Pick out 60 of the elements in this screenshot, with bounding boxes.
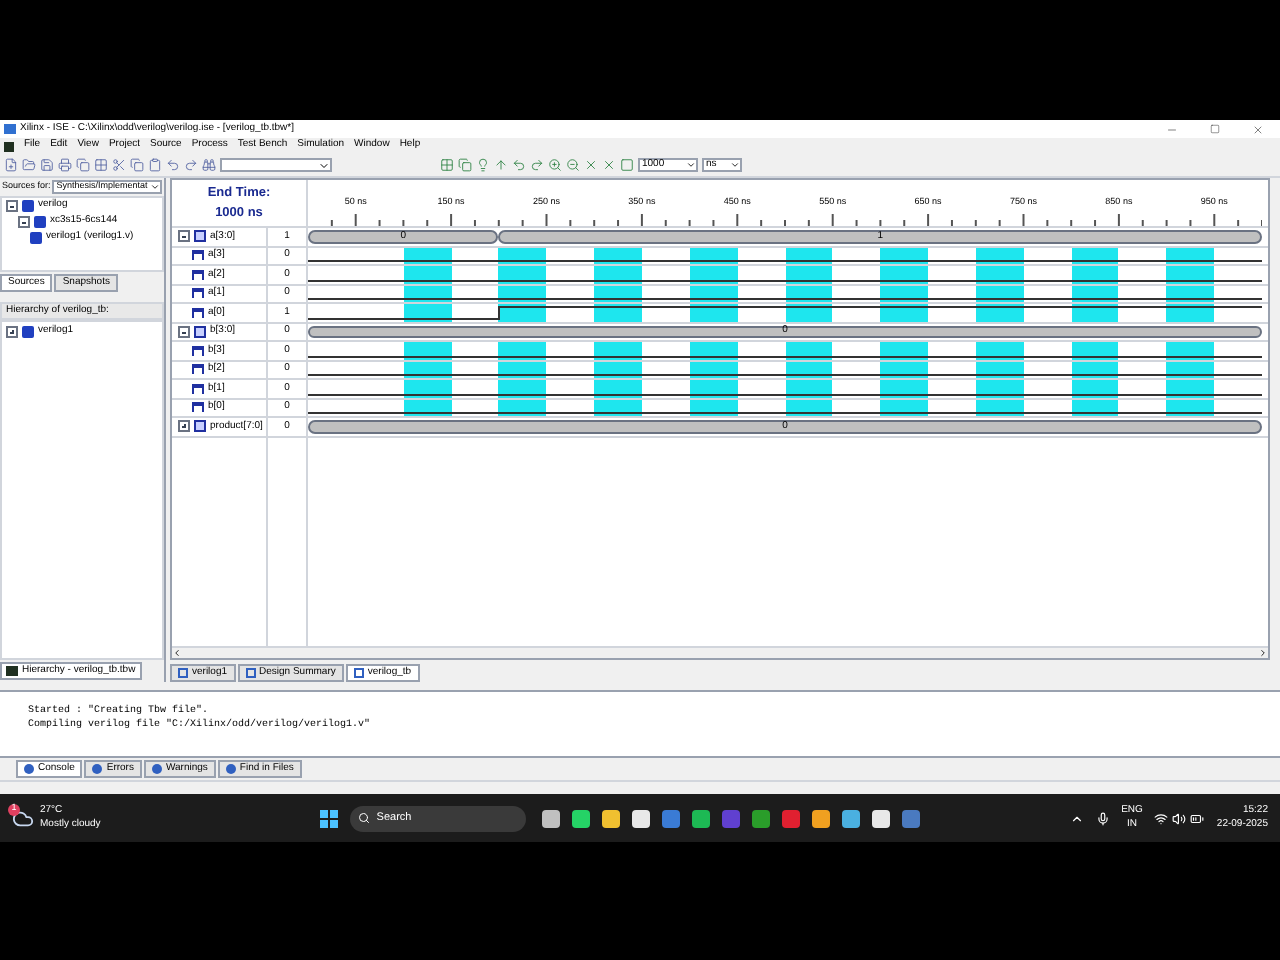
document-icon bbox=[245, 668, 256, 678]
copy-icon[interactable] bbox=[76, 158, 90, 172]
grid-icon[interactable] bbox=[94, 158, 108, 172]
document-icon bbox=[178, 668, 188, 678]
undo-icon[interactable] bbox=[166, 158, 180, 172]
waveform-icon bbox=[6, 666, 18, 676]
zoom-out-icon[interactable] bbox=[566, 158, 580, 172]
cut-icon[interactable] bbox=[112, 158, 126, 172]
collapse-toggle[interactable] bbox=[6, 200, 18, 212]
expand-toggle[interactable] bbox=[6, 326, 18, 338]
close-icon[interactable] bbox=[602, 158, 616, 172]
close-icon[interactable] bbox=[1252, 123, 1264, 135]
battery-icon[interactable] bbox=[1190, 811, 1205, 825]
tab-icon bbox=[92, 764, 103, 774]
dropdown-icon bbox=[730, 160, 740, 170]
save-icon[interactable] bbox=[40, 158, 54, 172]
collapse-toggle[interactable] bbox=[178, 230, 190, 243]
copy-icon[interactable] bbox=[458, 158, 472, 172]
zoom-in-icon[interactable] bbox=[548, 158, 562, 172]
scroll-left-icon[interactable] bbox=[172, 648, 182, 658]
module-icon bbox=[22, 326, 34, 338]
paste-icon[interactable] bbox=[148, 158, 162, 172]
copy-icon[interactable] bbox=[130, 158, 144, 172]
horizontal-scrollbar[interactable] bbox=[172, 646, 1268, 658]
undo-icon[interactable] bbox=[512, 158, 526, 172]
redo-icon[interactable] bbox=[184, 158, 198, 172]
search-icon bbox=[358, 812, 371, 824]
tab-icon bbox=[24, 764, 34, 774]
weather-icon[interactable] bbox=[12, 807, 34, 829]
wifi-icon[interactable] bbox=[1154, 811, 1169, 825]
volume-icon[interactable] bbox=[1172, 811, 1187, 825]
new-file-icon[interactable] bbox=[4, 158, 18, 172]
close-icon[interactable] bbox=[584, 158, 598, 172]
search-combo[interactable] bbox=[220, 158, 332, 172]
scroll-right-icon[interactable] bbox=[1258, 648, 1268, 658]
open-folder-icon[interactable] bbox=[22, 158, 36, 172]
windows-logo-icon[interactable] bbox=[320, 809, 339, 827]
dropdown-icon bbox=[318, 160, 330, 172]
document-icon bbox=[353, 668, 364, 678]
square-icon[interactable] bbox=[620, 158, 634, 172]
expand-toggle[interactable] bbox=[178, 420, 190, 433]
collapse-toggle[interactable] bbox=[18, 216, 30, 228]
chevron-up-icon[interactable] bbox=[1069, 811, 1084, 825]
dropdown-icon bbox=[686, 160, 696, 170]
tab-icon bbox=[151, 764, 162, 774]
grid-icon[interactable] bbox=[440, 158, 454, 172]
bus-icon bbox=[194, 420, 206, 433]
print-icon[interactable] bbox=[58, 158, 72, 172]
microphone-icon[interactable] bbox=[1095, 811, 1110, 825]
bus-icon bbox=[194, 230, 206, 243]
binoculars-icon[interactable] bbox=[202, 158, 216, 172]
redo-icon[interactable] bbox=[530, 158, 544, 172]
bus-icon bbox=[194, 325, 206, 338]
up-arrow-icon[interactable] bbox=[494, 158, 508, 172]
signal-edge bbox=[498, 306, 501, 319]
dropdown-icon bbox=[150, 182, 160, 192]
collapse-toggle[interactable] bbox=[178, 325, 190, 338]
lightbulb-icon[interactable] bbox=[476, 158, 490, 172]
maximize-icon[interactable] bbox=[1210, 124, 1220, 134]
tab-icon bbox=[225, 764, 236, 774]
